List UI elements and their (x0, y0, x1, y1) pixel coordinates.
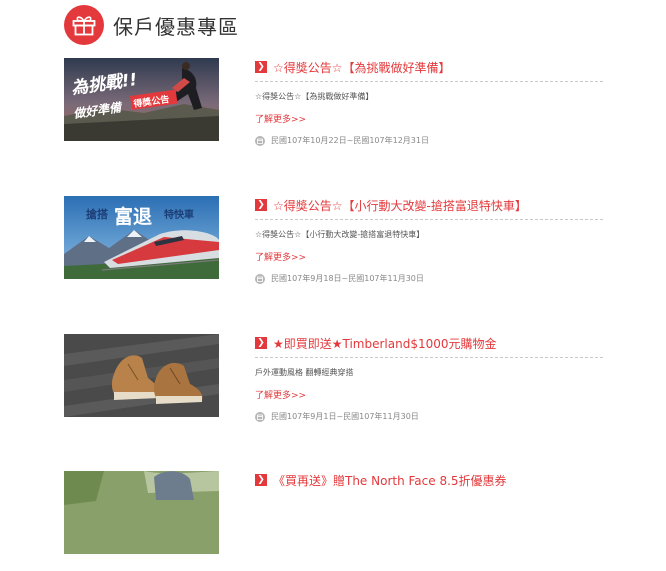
promo-description: ☆得獎公告☆【小行動大改變-搶搭富退特快車】 (255, 230, 425, 239)
calendar-icon (255, 135, 265, 146)
divider (255, 357, 603, 358)
image-suffix: 特快車 (164, 208, 194, 221)
promo-item: 為挑戰!! 做好準備 得獎公告 ❯ ☆得獎公告☆【為挑戰做好準備】 ☆得獎公告☆… (64, 58, 609, 158)
promo-title-row[interactable]: ❯ 《買再送》贈The North Face 8.5折優惠券 (255, 471, 603, 489)
promo-date: 民國107年9月18日~民國107年11月30日 (271, 274, 424, 283)
divider (255, 81, 603, 82)
page-header: 保戶優惠專區 (64, 4, 239, 46)
chevron-right-icon: ❯ (255, 474, 267, 486)
promo-content: ❯ ☆得獎公告☆【為挑戰做好準備】 ☆得獎公告☆【為挑戰做好準備】 了解更多>>… (255, 58, 603, 146)
promo-content: ❯ ★即買即送★Timberland$1000元購物金 戶外運動風格 翻轉經典穿… (255, 334, 603, 422)
promo-image[interactable]: 為挑戰!! 做好準備 得獎公告 (64, 58, 219, 141)
promo-date-row: 民國107年9月1日~民國107年11月30日 (255, 411, 603, 422)
chevron-right-icon: ❯ (255, 337, 267, 349)
promo-title[interactable]: ☆得獎公告☆【小行動大改變-搶搭富退特快車】 (273, 197, 527, 214)
promo-title[interactable]: 《買再送》贈The North Face 8.5折優惠券 (273, 472, 507, 489)
promo-content: ❯ ☆得獎公告☆【小行動大改變-搶搭富退特快車】 ☆得獎公告☆【小行動大改變-搶… (255, 196, 603, 284)
promo-item: ❯ 《買再送》贈The North Face 8.5折優惠券 (64, 471, 609, 571)
image-prefix: 搶搭 (86, 207, 109, 221)
promo-title[interactable]: ☆得獎公告☆【為挑戰做好準備】 (273, 59, 451, 76)
promo-date-row: 民國107年10月22日~民國107年12月31日 (255, 135, 603, 146)
learn-more-link[interactable]: 了解更多>> (255, 388, 306, 401)
promo-title-row[interactable]: ❯ ★即買即送★Timberland$1000元購物金 (255, 334, 603, 352)
promo-title[interactable]: ★即買即送★Timberland$1000元購物金 (273, 335, 497, 352)
promo-item: 搶搭 富退 特快車 ❯ ☆得獎公告☆【小行動大改變-搶搭富退特快車】 ☆得獎公告… (64, 196, 609, 296)
promo-image[interactable] (64, 471, 219, 554)
promo-image[interactable]: 搶搭 富退 特快車 (64, 196, 219, 279)
learn-more-link[interactable]: 了解更多>> (255, 250, 306, 263)
divider (255, 219, 603, 220)
learn-more-link[interactable]: 了解更多>> (255, 112, 306, 125)
calendar-icon (255, 411, 265, 422)
promo-title-row[interactable]: ❯ ☆得獎公告☆【為挑戰做好準備】 (255, 58, 603, 76)
promo-content: ❯ 《買再送》贈The North Face 8.5折優惠券 (255, 471, 603, 489)
chevron-right-icon: ❯ (255, 61, 267, 73)
calendar-icon (255, 273, 265, 284)
promo-date-row: 民國107年9月18日~民國107年11月30日 (255, 273, 603, 284)
promo-description: ☆得獎公告☆【為挑戰做好準備】 (255, 92, 374, 101)
promo-image[interactable] (64, 334, 219, 417)
page-title: 保戶優惠專區 (113, 14, 239, 39)
promo-item: ❯ ★即買即送★Timberland$1000元購物金 戶外運動風格 翻轉經典穿… (64, 334, 609, 434)
promo-date: 民國107年9月1日~民國107年11月30日 (271, 412, 419, 421)
promo-title-row[interactable]: ❯ ☆得獎公告☆【小行動大改變-搶搭富退特快車】 (255, 196, 603, 214)
promo-date: 民國107年10月22日~民國107年12月31日 (271, 136, 429, 145)
chevron-right-icon: ❯ (255, 199, 267, 211)
promo-description: 戶外運動風格 翻轉經典穿搭 (255, 368, 354, 377)
image-emphasis: 富退 (114, 205, 152, 228)
gift-icon (64, 5, 104, 45)
